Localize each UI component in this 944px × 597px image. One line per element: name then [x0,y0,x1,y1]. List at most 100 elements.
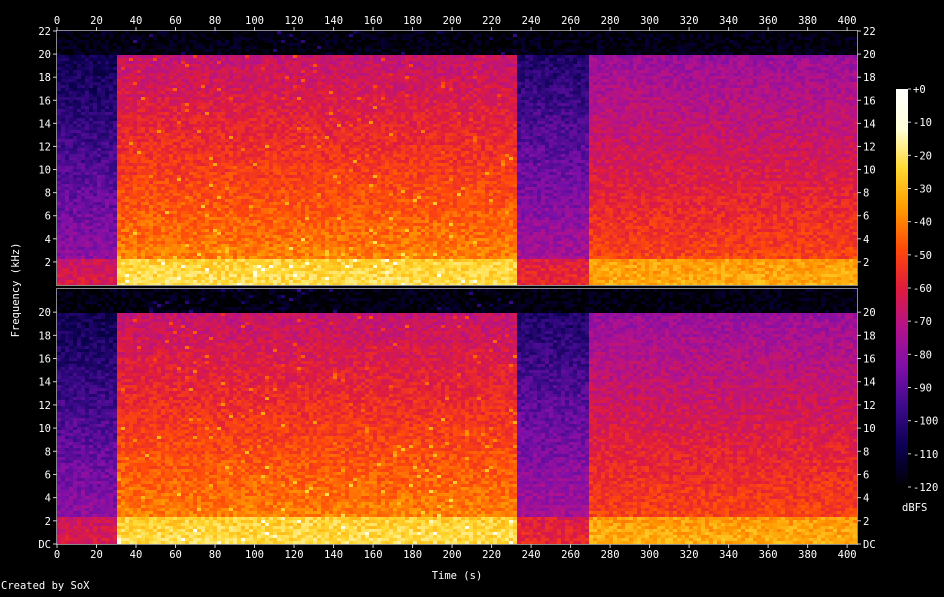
x-tick-label: 100 [245,15,264,27]
y-tick-label: DC [38,539,51,551]
x-tick-label: 100 [245,549,264,561]
x-tick-label: 400 [838,549,857,561]
y-tick-label: 14 [863,118,876,130]
colorbar-tick-label: -50 [913,250,932,262]
colorbar-tick-label: -40 [913,217,932,229]
x-tick-label: 160 [364,15,383,27]
y-tick-label: 8 [863,446,869,458]
y-tick-label: 20 [863,49,876,61]
y-tick-label: 18 [38,72,51,84]
y-tick-label: 18 [863,330,876,342]
y-tick-label: 20 [863,307,876,319]
x-tick-label: 380 [798,15,817,27]
y-tick-label: 10 [38,165,51,177]
y-tick-label: 6 [863,469,869,481]
colorbar-tick-label: -110 [913,449,938,461]
x-tick-label: 0 [54,15,60,27]
x-tick-label: 400 [838,15,857,27]
y-tick-label: 12 [863,141,876,153]
x-tick-label: 200 [443,15,462,27]
x-tick-label: 320 [680,15,699,27]
y-tick-label: 14 [863,377,876,389]
y-tick-label: 2 [863,516,869,528]
x-tick-label: 240 [522,15,541,27]
x-tick-label: 180 [403,15,422,27]
x-tick-label: 280 [601,549,620,561]
y-tick-label: 18 [38,330,51,342]
y-tick-label: 16 [38,95,51,107]
colorbar-tick-label: -100 [913,416,938,428]
y-tick-label: 12 [863,400,876,412]
x-tick-label: 80 [209,549,222,561]
y-tick-label: 2 [863,257,869,269]
y-tick-label: 10 [38,423,51,435]
colorbar-tick-label: -20 [913,150,932,162]
colorbar-tick-label: -60 [913,283,932,295]
colorbar-tick-label: -90 [913,383,932,395]
y-tick-label: 6 [863,211,869,223]
y-tick-label: DC [863,539,876,551]
x-tick-label: 340 [719,15,738,27]
x-tick-label: 280 [601,15,620,27]
y-tick-label: 16 [863,95,876,107]
x-tick-label: 300 [640,549,659,561]
x-tick-label: 40 [130,15,143,27]
colorbar-tick-label: -30 [913,184,932,196]
x-tick-label: 120 [285,15,304,27]
y-tick-label: 12 [38,400,51,412]
x-tick-label: 240 [522,549,541,561]
x-tick-label: 60 [169,15,182,27]
spectrogram-figure: 0204060801001201401601802002202402602803… [0,0,944,593]
x-tick-label: 380 [798,549,817,561]
y-tick-label: 4 [863,234,869,246]
y-tick-label: 2 [45,516,51,528]
x-tick-label: 140 [324,549,343,561]
x-tick-label: 80 [209,15,222,27]
x-tick-label: 360 [759,15,778,27]
y-tick-label: 10 [863,423,876,435]
x-tick-label: 300 [640,15,659,27]
y-tick-label: 8 [863,188,869,200]
y-tick-label: 6 [45,469,51,481]
x-tick-label: 60 [169,549,182,561]
y-tick-label: 20 [38,49,51,61]
y-tick-label: 22 [38,26,51,38]
x-tick-label: 140 [324,15,343,27]
x-tick-label: 360 [759,549,778,561]
x-tick-label: 340 [719,549,738,561]
x-tick-label: 260 [561,15,580,27]
x-axis-label: Time (s) [432,570,483,582]
x-tick-label: 20 [90,15,103,27]
y-tick-label: 8 [45,446,51,458]
x-tick-label: 260 [561,549,580,561]
x-tick-label: 160 [364,549,383,561]
credit-text: Created by SoX [1,580,90,592]
y-tick-label: 6 [45,211,51,223]
colorbar-tick-label: -70 [913,316,932,328]
colorbar-label: dBFS [902,502,927,514]
y-tick-label: 2 [45,257,51,269]
x-tick-label: 120 [285,549,304,561]
colorbar [896,89,908,487]
y-tick-label: 10 [863,165,876,177]
spectrogram-channel-2 [57,289,857,544]
y-tick-label: 22 [863,26,876,38]
x-tick-label: 220 [482,15,501,27]
x-tick-label: 220 [482,549,501,561]
y-axis-label: Frequency (kHz) [10,243,22,338]
spectrogram-channel-1 [57,31,857,286]
x-tick-label: 40 [130,549,143,561]
y-tick-label: 20 [38,307,51,319]
y-tick-label: 14 [38,377,51,389]
y-tick-label: 16 [38,354,51,366]
x-tick-label: 320 [680,549,699,561]
x-tick-label: 200 [443,549,462,561]
colorbar-tick-label: -10 [913,117,932,129]
y-tick-label: 4 [863,493,869,505]
x-tick-label: 20 [90,549,103,561]
x-tick-label: 0 [54,549,60,561]
spectrogram-chart: 0204060801001201401601802002202402602803… [0,0,944,593]
x-tick-label: 180 [403,549,422,561]
y-tick-label: 4 [45,234,51,246]
y-tick-label: 18 [863,72,876,84]
